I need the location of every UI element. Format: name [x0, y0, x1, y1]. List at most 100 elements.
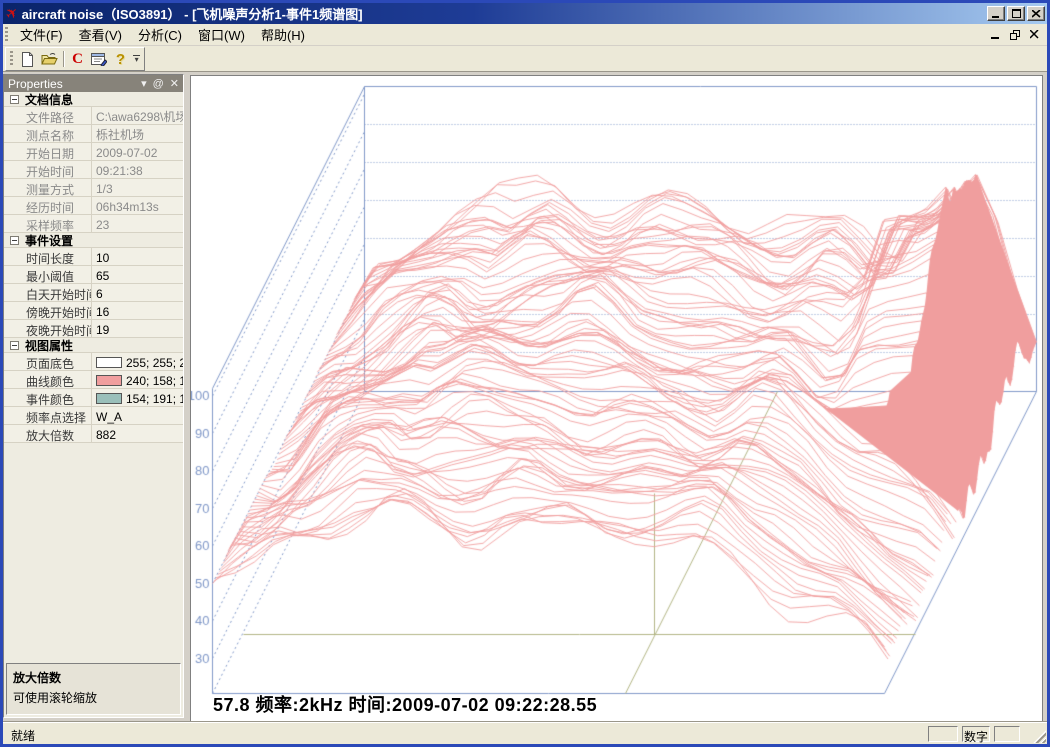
- menu-item-4[interactable]: 帮助(H): [253, 22, 313, 47]
- property-description-text: 可使用滚轮缩放: [13, 689, 174, 706]
- title-bar[interactable]: ✈ aircraft noise（ISO3891） - [飞机噪声分析1-事件1…: [3, 3, 1047, 24]
- property-value-text: 16: [96, 305, 109, 319]
- property-value-text: 240; 158; 15: [126, 374, 183, 388]
- airplane-icon: ✈: [3, 4, 22, 24]
- help-icon[interactable]: ?: [110, 49, 131, 69]
- property-value[interactable]: 255; 255; 25: [92, 353, 183, 370]
- property-row: 事件颜色154; 191; 18: [4, 389, 183, 407]
- property-row: 时间长度10: [4, 248, 183, 266]
- toolbar-overflow-icon[interactable]: ▾: [131, 55, 142, 63]
- property-label: 页面底色: [4, 353, 92, 370]
- property-value-text: 255; 255; 25: [126, 356, 183, 370]
- minimize-button[interactable]: [987, 6, 1005, 21]
- menu-item-1[interactable]: 查看(V): [71, 22, 130, 47]
- property-value-text: 23: [96, 218, 109, 232]
- analysis-icon[interactable]: C: [67, 49, 88, 69]
- collapse-icon[interactable]: [10, 341, 19, 350]
- property-row: 测点名称栎社机场: [4, 125, 183, 143]
- property-value: 2009-07-02: [92, 143, 183, 160]
- property-value-text: 09:21:38: [96, 164, 143, 178]
- property-value[interactable]: 882: [92, 425, 183, 442]
- collapse-icon[interactable]: [10, 95, 19, 104]
- property-value[interactable]: 65: [92, 266, 183, 283]
- section-header-0[interactable]: 文档信息: [4, 92, 183, 107]
- menu-item-3[interactable]: 窗口(W): [190, 22, 253, 47]
- property-label: 曲线颜色: [4, 371, 92, 388]
- status-bar: 就绪 数字: [3, 722, 1047, 744]
- property-value-text: 2009-07-02: [96, 146, 157, 160]
- property-value-text: 882: [96, 428, 116, 442]
- section-title: 文档信息: [25, 91, 73, 108]
- menu-items: 文件(F)查看(V)分析(C)窗口(W)帮助(H): [12, 22, 313, 47]
- property-label: 最小阈值: [4, 266, 92, 283]
- chevron-down-icon[interactable]: ▾: [141, 77, 147, 90]
- property-value[interactable]: 19: [92, 320, 183, 337]
- properties-panel-header[interactable]: Properties ▾ @ ✕: [4, 75, 183, 92]
- mdi-close-button[interactable]: [1030, 30, 1039, 39]
- close-icon[interactable]: ✕: [170, 77, 179, 90]
- property-row: 页面底色 255; 255; 25: [4, 353, 183, 371]
- property-label: 白天开始时间: [4, 284, 92, 301]
- property-row: 经历时间06h34m13s: [4, 197, 183, 215]
- property-value: C:\awa6298\机场: [92, 107, 183, 124]
- menu-item-0[interactable]: 文件(F): [12, 22, 71, 47]
- property-value: 09:21:38: [92, 161, 183, 178]
- close-button[interactable]: [1027, 6, 1045, 21]
- property-value[interactable]: 240; 158; 15: [92, 371, 183, 388]
- property-value[interactable]: 154; 191; 18: [92, 389, 183, 406]
- property-value: 栎社机场: [92, 125, 183, 142]
- property-row: 开始时间09:21:38: [4, 161, 183, 179]
- mdi-window-controls: [991, 30, 1047, 40]
- property-row: 曲线颜色 240; 158; 15: [4, 371, 183, 389]
- property-row: 采样频率 23: [4, 215, 183, 233]
- color-swatch[interactable]: [96, 393, 122, 404]
- property-description-title: 放大倍数: [13, 669, 174, 686]
- property-label: 时间长度: [4, 248, 92, 265]
- property-value[interactable]: 10: [92, 248, 183, 265]
- property-row: 测量方式 1/3: [4, 179, 183, 197]
- property-label: 文件路径: [4, 107, 92, 124]
- color-swatch[interactable]: [96, 357, 122, 368]
- toolbar-grip[interactable]: [10, 51, 13, 67]
- resize-grip[interactable]: [1033, 730, 1046, 743]
- property-row: 频率点选择W_A: [4, 407, 183, 425]
- pin-icon[interactable]: @: [153, 78, 164, 90]
- property-value: 06h34m13s: [92, 197, 183, 214]
- property-row: 文件路径C:\awa6298\机场: [4, 107, 183, 125]
- properties-panel: Properties ▾ @ ✕ 文档信息文件路径C:\awa6298\机场测点…: [3, 74, 184, 718]
- property-grid-filler: [4, 443, 183, 661]
- status-indicator-2: [994, 726, 1020, 742]
- open-file-icon[interactable]: [38, 49, 59, 69]
- property-value[interactable]: 16: [92, 302, 183, 319]
- property-description-box: 放大倍数 可使用滚轮缩放: [6, 663, 181, 715]
- menubar-grip[interactable]: [5, 27, 8, 43]
- new-document-icon[interactable]: [17, 49, 38, 69]
- property-label: 采样频率: [4, 215, 92, 232]
- properties-icon[interactable]: [88, 49, 109, 69]
- property-value[interactable]: 6: [92, 284, 183, 301]
- property-label: 测量方式: [4, 179, 92, 196]
- property-value[interactable]: W_A: [92, 407, 183, 424]
- menu-item-2[interactable]: 分析(C): [130, 22, 190, 47]
- marker-readout: 57.8 频率:2kHz 时间:2009-07-02 09:22:28.55: [213, 691, 597, 717]
- collapse-icon[interactable]: [10, 236, 19, 245]
- property-row: 最小阈值65: [4, 266, 183, 284]
- property-label: 频率点选择: [4, 407, 92, 424]
- property-value: 23: [92, 215, 183, 232]
- property-value-text: C:\awa6298\机场: [96, 108, 183, 124]
- maximize-button[interactable]: [1007, 6, 1025, 21]
- waterfall-spectrum-chart[interactable]: [191, 76, 1043, 722]
- property-label: 经历时间: [4, 197, 92, 214]
- color-swatch[interactable]: [96, 375, 122, 386]
- property-value-text: 1/3: [96, 182, 113, 196]
- property-label: 夜晚开始时间: [4, 320, 92, 337]
- application-window: ✈ aircraft noise（ISO3891） - [飞机噪声分析1-事件1…: [0, 0, 1050, 747]
- mdi-minimize-button[interactable]: [991, 30, 1000, 39]
- property-row: 开始日期2009-07-02: [4, 143, 183, 161]
- toolbar-separator: [63, 51, 64, 67]
- section-header-2[interactable]: 视图属性: [4, 338, 183, 353]
- property-row: 放大倍数882: [4, 425, 183, 443]
- section-header-1[interactable]: 事件设置: [4, 233, 183, 248]
- property-label: 事件颜色: [4, 389, 92, 406]
- mdi-restore-button[interactable]: [1010, 30, 1020, 40]
